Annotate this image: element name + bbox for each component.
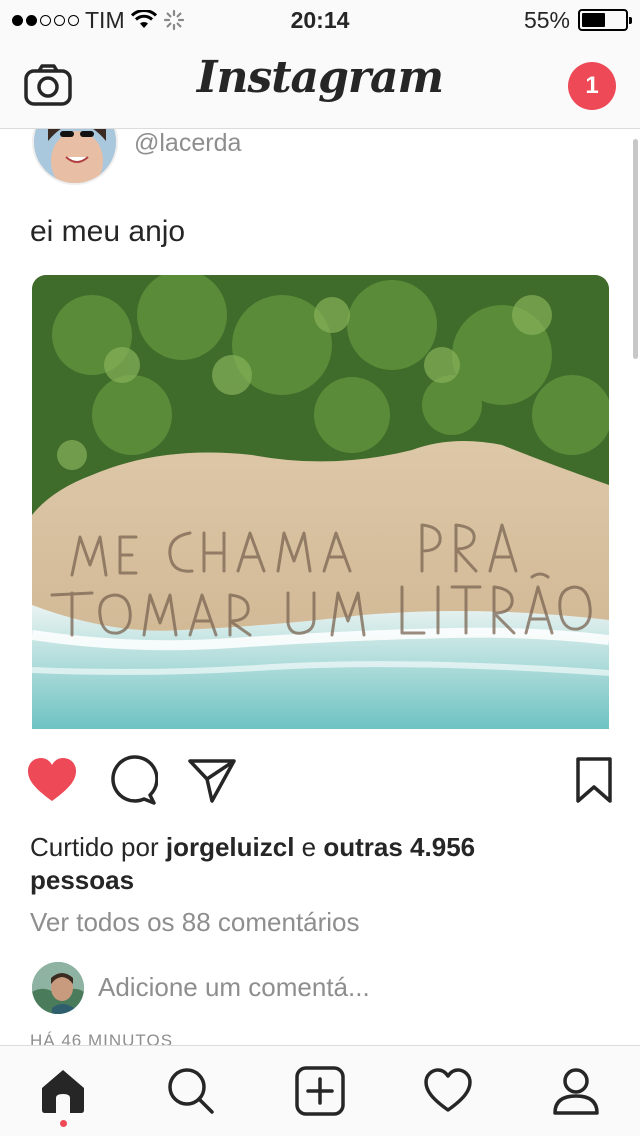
add-post-icon[interactable] [295,1066,345,1116]
likes-summary: Curtido por jorgeluizcl e outras 4.956 p… [30,831,610,897]
activity-heart-icon[interactable] [423,1066,473,1116]
battery-icon [578,9,632,31]
post-timestamp: HÁ 46 MINUTOS [30,1031,174,1045]
scrollbar[interactable] [633,139,638,359]
current-user-avatar [32,962,84,1014]
comment-icon[interactable] [106,755,158,807]
home-icon[interactable] [38,1066,88,1116]
post-text: ei meu anjo [30,215,186,248]
comment-input[interactable]: Adicione um comentá... [98,972,370,1003]
feed: @lacerda ei meu anjo Curtido por jorgelu… [0,129,640,1045]
likes-others-count[interactable]: outras 4.956 [323,832,475,862]
post-image[interactable] [32,275,609,729]
liker-username[interactable]: jorgeluizcl [166,832,295,862]
likes-suffix[interactable]: pessoas [30,865,134,895]
view-all-comments-link[interactable]: Ver todos os 88 comentários [30,907,360,938]
search-icon[interactable] [166,1066,216,1116]
like-heart-icon[interactable] [26,755,78,807]
likes-conjunction: e [301,832,317,862]
author-handle[interactable]: @lacerda [134,129,241,158]
notification-badge[interactable]: 1 [568,62,616,110]
status-bar: TIM 20:14 55% [0,0,640,40]
battery-percent: 55% [523,6,570,33]
post-actions [0,755,640,815]
active-tab-indicator [60,1120,67,1127]
likes-prefix: Curtido por [30,832,159,862]
share-direct-icon[interactable] [186,755,238,807]
instagram-logo: Instagram [196,52,444,103]
bottom-tab-bar [0,1045,640,1136]
top-navigation: Instagram 1 [0,40,640,129]
author-avatar[interactable] [32,129,118,185]
profile-icon[interactable] [551,1066,601,1116]
battery-fill [582,13,606,27]
battery-status: 55% [523,6,632,34]
bookmark-icon[interactable] [568,755,620,807]
